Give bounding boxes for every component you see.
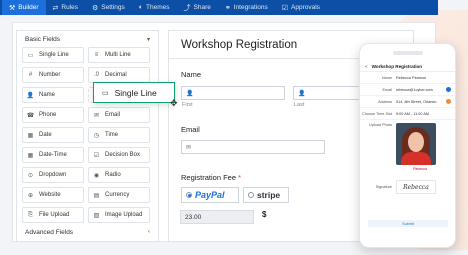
field-currency[interactable]: ▤ Currency — [88, 187, 150, 203]
field-website[interactable]: ⊕ Website — [22, 187, 84, 203]
advanced-fields-header[interactable]: Advanced Fields ‹ — [25, 229, 150, 236]
chevron-left-icon: ‹ — [148, 229, 150, 235]
submit-button[interactable]: Submit — [368, 220, 448, 227]
currency-icon: ▤ — [93, 192, 100, 199]
tab-settings[interactable]: ⚙ Settings — [85, 0, 132, 15]
person-icon: 👤 — [298, 90, 306, 97]
single-line-icon: ▭ — [102, 89, 109, 97]
date-icon: ▦ — [27, 132, 34, 139]
form-title: Workshop Registration — [181, 39, 298, 51]
builder-icon: ⚒ — [9, 4, 16, 12]
location-pin-icon — [446, 99, 451, 104]
tab-approvals[interactable]: ☑ Approvals — [275, 0, 327, 15]
first-name-input[interactable]: 👤 — [181, 86, 285, 100]
photo-caption: Rebecca — [413, 167, 427, 171]
globe-icon: ⊕ — [27, 192, 34, 199]
uploaded-photo — [396, 123, 436, 165]
gear-icon: ⚙ — [92, 4, 99, 12]
app-root: ⚒ Builder ⇄ Rules ⚙ Settings ◐ Themes ⤴ Share… — [0, 0, 468, 255]
email-label: Email — [181, 125, 200, 134]
tab-themes[interactable]: ◐ Themes — [132, 0, 177, 15]
name-icon: 👤 — [26, 92, 35, 99]
field-decimal[interactable]: .0 Decimal — [88, 67, 150, 83]
field-multi-line[interactable]: ≡ Multi Line — [88, 47, 150, 63]
phone-icon: ☎ — [26, 112, 35, 119]
date-time-icon: ▦ — [27, 152, 34, 159]
move-cursor-icon: ✥ — [170, 98, 178, 108]
field-time[interactable]: ◷ Time — [88, 127, 150, 143]
field-phone[interactable]: ☎ Phone — [22, 107, 84, 123]
email-icon: ✉ — [93, 112, 100, 119]
field-decision-box[interactable]: ☑ Decision Box — [88, 147, 150, 163]
field-image-upload[interactable]: ▧ Image Upload — [88, 207, 150, 223]
multi-line-icon: ≡ — [94, 52, 99, 58]
rules-icon: ⇄ — [52, 4, 59, 12]
approvals-icon: ☑ — [281, 4, 288, 12]
top-nav: ⚒ Builder ⇄ Rules ⚙ Settings ◐ Themes ⤴ Share… — [0, 0, 438, 15]
image-upload-icon: ▧ — [93, 212, 100, 219]
email-input[interactable]: ✉ — [181, 140, 325, 154]
tab-integrations[interactable]: ⚭ Integrations — [218, 0, 275, 15]
number-icon: # — [28, 72, 33, 78]
integrations-icon: ⚭ — [224, 4, 231, 12]
phone-row-photo: Upload Photo Rebecca — [360, 120, 455, 176]
time-icon: ◷ — [93, 132, 100, 139]
field-email[interactable]: ✉ Email — [88, 107, 150, 123]
field-date[interactable]: ▦ Date — [22, 127, 84, 143]
field-single-line[interactable]: ▭ Single Line — [22, 47, 84, 63]
person-icon: 👤 — [186, 90, 194, 97]
dropdown-icon: ⊙ — [27, 172, 34, 179]
phone-notch — [392, 51, 423, 55]
currency-symbol: $ — [262, 210, 267, 219]
phone-row-name: Name Rebecca Pearson — [360, 72, 455, 84]
phone-row-address: Address 514, 8th Street, Orlando — [360, 96, 455, 108]
basic-fields-header[interactable]: Basic Fields ▾ — [17, 31, 158, 47]
info-icon — [446, 87, 451, 92]
phone-status-bar — [360, 44, 455, 62]
dragging-field-single-line[interactable]: ▭ Single Line — [93, 82, 175, 103]
phone-row-email: Email rebecca@1cyber.com — [360, 84, 455, 96]
field-name[interactable]: 👤 Name — [22, 87, 84, 103]
tab-builder[interactable]: ⚒ Builder — [2, 0, 46, 15]
last-sublabel: Last — [294, 102, 305, 108]
checkbox-icon: ☑ — [93, 152, 100, 159]
decimal-icon: .0 — [93, 72, 99, 78]
radio-icon: ◉ — [93, 172, 100, 179]
amount-input[interactable]: 23.00 — [180, 210, 254, 224]
stripe-option[interactable]: stripe — [243, 187, 289, 203]
chevron-down-icon: ▾ — [146, 37, 150, 43]
phone-header: < Workshop Registration — [360, 62, 455, 72]
phone-row-time-slot: Choose Time Slot 9:00 AM - 11:00 AM — [360, 108, 455, 120]
back-icon[interactable]: < — [365, 64, 368, 69]
radio-selected-icon — [186, 192, 192, 198]
field-number[interactable]: # Number — [22, 67, 84, 83]
file-upload-icon: ⎘ — [28, 211, 33, 218]
phone-row-signature: Signature Rebecca — [360, 176, 455, 198]
field-date-time[interactable]: ▦ Date-Time — [22, 147, 84, 163]
tab-rules[interactable]: ⇄ Rules — [46, 0, 86, 15]
fee-label: Registration Fee * — [181, 173, 242, 182]
radio-icon — [248, 192, 254, 198]
paypal-option[interactable]: PayPal — [181, 187, 239, 203]
field-palette: Basic Fields ▾ ▭ Single Line ≡ Multi Line … — [16, 30, 159, 242]
tab-share[interactable]: ⤴ Share — [177, 0, 218, 15]
field-file-upload[interactable]: ⎘ File Upload — [22, 207, 84, 223]
name-label: Name — [181, 70, 202, 79]
envelope-icon: ✉ — [186, 144, 192, 151]
mobile-preview: < Workshop Registration Name Rebecca Pears… — [359, 43, 456, 248]
palette-icon: ◐ — [138, 4, 144, 11]
signature-box: Rebecca — [396, 180, 436, 194]
share-icon: ⤴ — [183, 4, 191, 12]
field-radio[interactable]: ◉ Radio — [88, 167, 150, 183]
first-sublabel: First — [182, 102, 193, 108]
field-dropdown[interactable]: ⊙ Dropdown — [22, 167, 84, 183]
field-grid: ▭ Single Line ≡ Multi Line # Number .0 Decim… — [17, 47, 158, 223]
single-line-icon: ▭ — [27, 52, 34, 59]
